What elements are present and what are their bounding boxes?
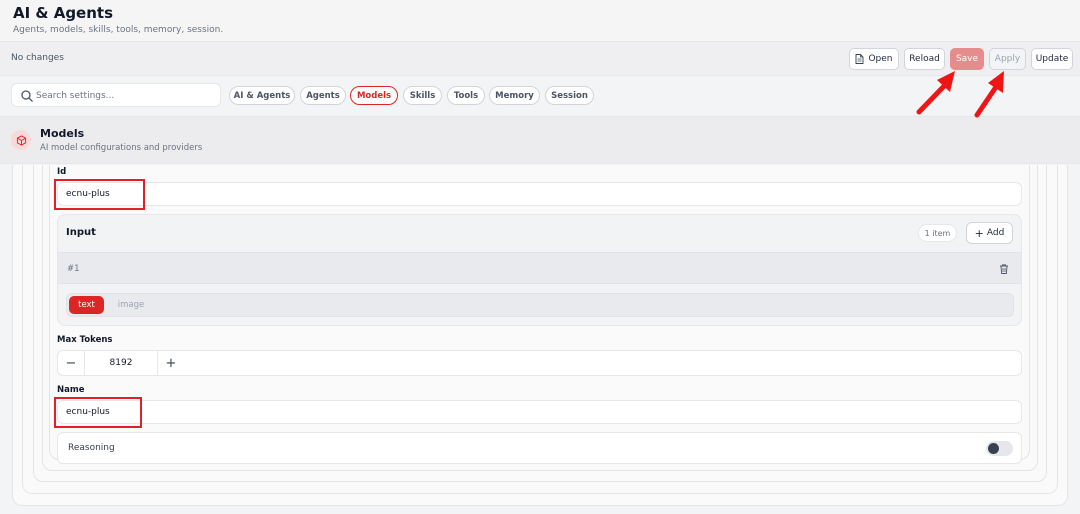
name-highlight-box xyxy=(54,397,142,428)
reasoning-toggle[interactable] xyxy=(986,441,1013,456)
input-item-row: #1 xyxy=(58,252,1021,284)
filter-bar: AI & Agents Agents Models Skills Tools M… xyxy=(0,77,1080,115)
tab-memory[interactable]: Memory xyxy=(489,86,540,105)
max-tokens-stepper: − 8192 + xyxy=(57,350,1022,376)
section-title: Models xyxy=(40,127,85,140)
cube-icon xyxy=(16,134,26,146)
id-highlight-box xyxy=(54,179,145,210)
add-input-button[interactable]: + Add xyxy=(966,222,1013,244)
decrement-button[interactable]: − xyxy=(58,351,84,375)
tab-tools[interactable]: Tools xyxy=(447,86,485,105)
reasoning-label: Reasoning xyxy=(68,443,115,453)
max-tokens-label: Max Tokens xyxy=(57,335,113,345)
increment-button[interactable]: + xyxy=(158,351,184,375)
max-tokens-value[interactable]: 8192 xyxy=(84,351,158,375)
plus-icon: + xyxy=(974,226,984,240)
add-input-button-label: Add xyxy=(986,228,1005,238)
input-type-selector: text image xyxy=(66,293,1014,317)
section-description: AI model configurations and providers xyxy=(40,143,203,153)
toolbar: No changes Open Reload Save Apply Update xyxy=(0,42,1080,76)
reload-button[interactable]: Reload xyxy=(904,48,945,70)
apply-button[interactable]: Apply xyxy=(989,48,1026,70)
search-input[interactable] xyxy=(36,87,216,104)
tab-session[interactable]: Session xyxy=(545,86,594,105)
file-icon xyxy=(856,54,864,64)
input-card-title: Input xyxy=(66,227,96,238)
id-field[interactable]: ecnu-plus xyxy=(57,182,1022,206)
search-icon xyxy=(21,90,33,102)
page-subtitle: Agents, models, skills, tools, memory, s… xyxy=(13,25,224,35)
input-type-image[interactable]: image xyxy=(111,296,151,314)
tab-skills[interactable]: Skills xyxy=(403,86,442,105)
item-count-badge: 1 item xyxy=(918,224,957,242)
name-label: Name xyxy=(57,385,85,395)
tab-models[interactable]: Models xyxy=(350,86,398,105)
toggle-knob xyxy=(988,443,999,454)
section-header: Models AI model configurations and provi… xyxy=(0,116,1080,164)
open-button[interactable]: Open xyxy=(849,48,899,70)
update-button[interactable]: Update xyxy=(1031,48,1073,70)
open-button-label: Open xyxy=(868,54,893,64)
trash-icon[interactable] xyxy=(998,263,1010,275)
section-icon-badge xyxy=(11,130,31,150)
id-label: Id xyxy=(57,167,67,177)
tab-agents[interactable]: Agents xyxy=(300,86,346,105)
input-item-number: #1 xyxy=(67,264,80,274)
page-title: AI & Agents xyxy=(13,4,114,22)
page-header: AI & Agents Agents, models, skills, tool… xyxy=(0,0,1080,42)
input-type-text[interactable]: text xyxy=(69,296,104,314)
status-text: No changes xyxy=(11,53,64,63)
settings-window: AI & Agents Agents, models, skills, tool… xyxy=(0,0,1080,514)
tab-ai-agents[interactable]: AI & Agents xyxy=(229,86,295,105)
name-field[interactable]: ecnu-plus xyxy=(57,400,1022,424)
input-card: Input 1 item + Add #1 text image xyxy=(57,214,1022,326)
search-box[interactable] xyxy=(11,83,221,107)
reasoning-row: Reasoning xyxy=(57,432,1022,464)
save-button[interactable]: Save xyxy=(950,48,984,70)
